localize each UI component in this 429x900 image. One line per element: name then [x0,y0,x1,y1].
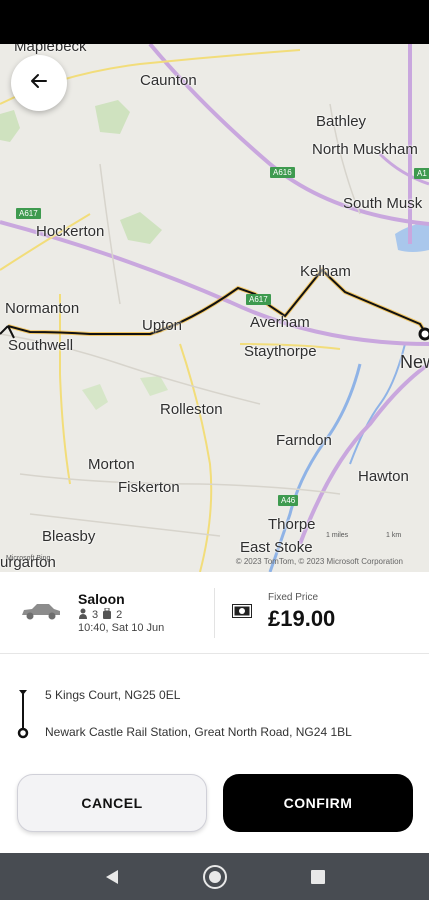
map-town-label: Caunton [140,72,197,89]
luggage-count: 2 [116,609,123,621]
vehicle-type: Saloon [78,591,125,607]
map-town-label: Kelham [300,263,351,280]
route-details [0,655,429,760]
map-town-label: Thorpe [268,516,316,533]
map-scale-miles: 1 miles [326,532,349,539]
nav-back-icon[interactable] [92,857,132,897]
map-town-label: Bleasby [42,528,96,545]
luggage-icon [102,607,112,622]
arrow-left-icon [30,72,48,95]
map-view[interactable]: Maplebeck Caunton Bathley North Muskham … [0,44,429,572]
map-scale-km: 1 km [386,532,402,539]
nav-home-icon[interactable] [195,857,235,897]
map-town-label: East Stoke [240,539,313,556]
map-credit: © 2023 TomTom, © 2023 Microsoft Corporat… [235,557,403,566]
back-button[interactable] [11,55,67,111]
nav-recents-icon[interactable] [298,857,338,897]
route-line-icon [17,688,29,745]
map-town-label: Bathley [316,113,367,130]
road-shield: A617 [16,208,41,219]
cash-icon [232,604,252,623]
status-bar [0,0,429,44]
price-label: Fixed Price [268,592,319,603]
map-town-label: South Musk [343,195,423,212]
card-divider [214,588,215,638]
map-town-label: Hawton [358,468,409,485]
map-town-label: Normanton [5,300,80,317]
dropoff-address: Newark Castle Rail Station, Great North … [45,725,352,739]
map-town-label: Hockerton [36,223,105,240]
confirm-button[interactable]: CONFIRM [223,774,413,832]
road-shield: A617 [246,294,271,305]
map-town-label: Rolleston [160,401,223,418]
road-shield: A1 [414,168,429,179]
map-brand-logo: Microsoft Bing [6,555,51,562]
road-shield: A46 [278,495,299,506]
map-town-label: Fiskerton [118,479,180,496]
destination-marker [418,327,429,341]
map-town-label: Maplebeck [14,44,87,55]
map-town-label: New [400,352,429,372]
system-nav-bar [0,853,429,900]
cancel-button[interactable]: CANCEL [17,774,207,832]
car-icon [20,601,62,626]
road-shield: A616 [270,167,295,178]
map-town-label: Averham [250,314,310,331]
passenger-icon [78,608,88,622]
map-town-label: Southwell [8,337,74,354]
passenger-count: 3 [92,609,99,621]
map-town-label: Staythorpe [244,343,317,360]
map-town-label: Farndon [276,432,332,449]
capacity-info: 3 2 [78,607,123,622]
map-town-label: North Muskham [312,141,418,158]
pickup-time: 10:40, Sat 10 Jun [78,622,165,634]
price-value: £19.00 [268,606,336,631]
map-town-label: Morton [88,456,135,473]
pickup-address: 5 Kings Court, NG25 0EL [45,688,181,702]
map-town-label: Upton [142,317,183,334]
